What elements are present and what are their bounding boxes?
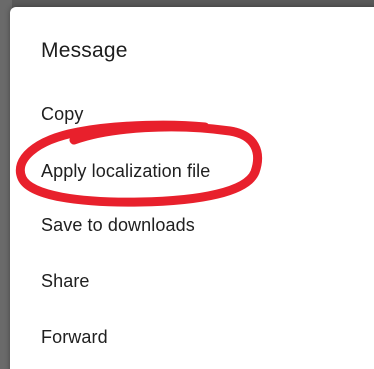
dialog-title: Message	[41, 39, 128, 62]
message-options-dialog: Message Copy Apply localization file Sav…	[10, 7, 374, 369]
menu-item-share[interactable]: Share	[41, 269, 90, 294]
menu-item-forward[interactable]: Forward	[41, 325, 108, 350]
screen: Message Copy Apply localization file Sav…	[0, 0, 374, 369]
menu-item-save-to-downloads[interactable]: Save to downloads	[41, 213, 195, 238]
menu-item-copy[interactable]: Copy	[41, 102, 83, 127]
menu-item-apply-localization-file[interactable]: Apply localization file	[41, 159, 210, 184]
